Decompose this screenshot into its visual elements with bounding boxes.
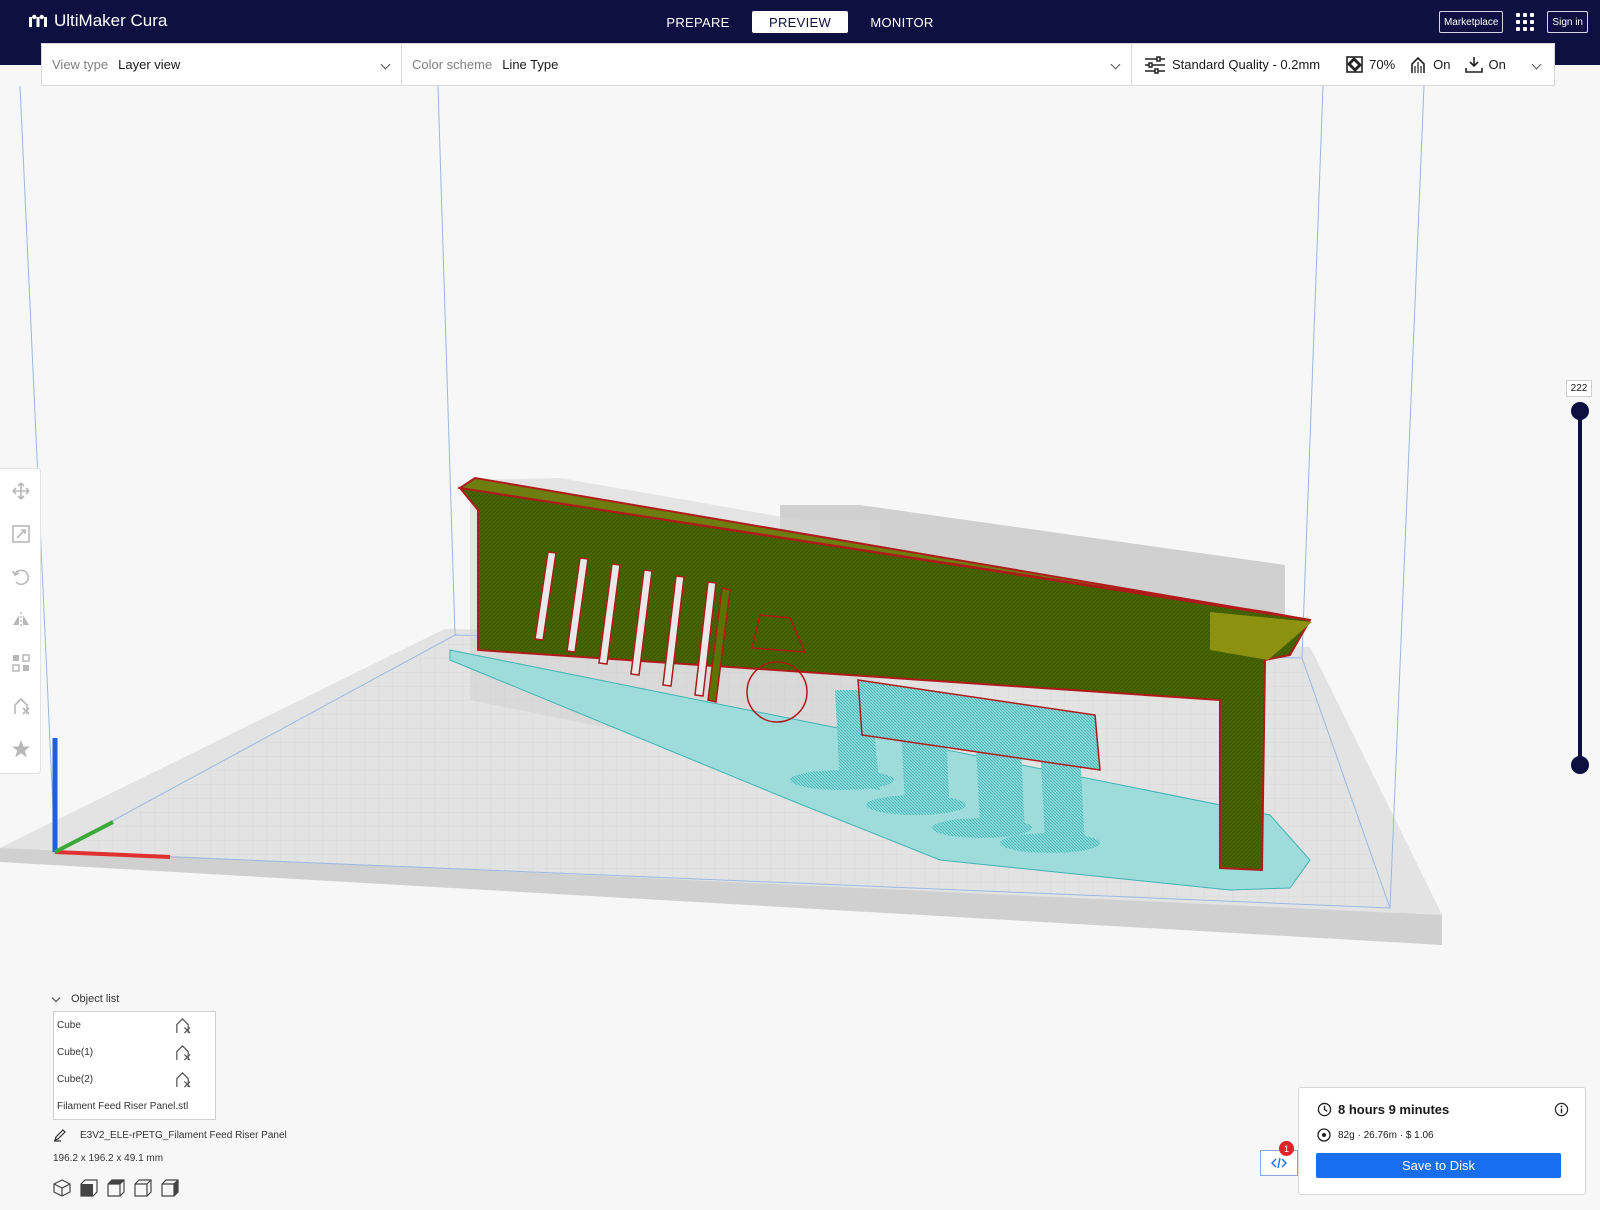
view-right-button[interactable] <box>161 1177 188 1199</box>
layer-slider-track[interactable] <box>1578 410 1582 765</box>
build-volume-scene <box>0 85 1442 945</box>
cura-window: UltiMaker Cura PREPARE PREVIEW MONITOR M… <box>0 0 1600 1210</box>
cube-left-icon <box>134 1179 152 1197</box>
object-name: Cube(2) <box>57 1074 94 1085</box>
support-blocker-icon <box>176 1018 191 1034</box>
save-to-disk-button[interactable]: Save to Disk <box>1316 1153 1561 1178</box>
app-title: UltiMaker Cura <box>54 11 168 30</box>
header-actions: Marketplace Sign in <box>1438 11 1588 33</box>
chevron-down-icon <box>51 993 61 1002</box>
view-front-button[interactable] <box>80 1177 107 1199</box>
custom-supports-tool[interactable] <box>0 727 41 770</box>
layer-slider-upper-handle[interactable] <box>1571 402 1589 420</box>
app-logo: UltiMaker Cura <box>28 11 167 31</box>
scale-icon <box>11 524 30 543</box>
spool-icon <box>1317 1128 1331 1142</box>
3d-viewport[interactable]: 222 <box>0 65 1600 1210</box>
info-icon[interactable] <box>1554 1102 1569 1117</box>
material-row: 82g · 26.76m · $ 1.06 <box>1317 1128 1434 1142</box>
grid-icon[interactable] <box>1515 12 1535 32</box>
model-dimensions: 196.2 x 196.2 x 49.1 mm <box>53 1153 164 1164</box>
cube-top-icon <box>107 1179 125 1197</box>
tool-panel <box>0 468 41 774</box>
cube-right-icon <box>161 1179 179 1197</box>
object-name: Cube(1) <box>57 1047 94 1058</box>
sign-in-button[interactable]: Sign in <box>1547 11 1588 33</box>
object-list-item[interactable]: Cube(1) <box>54 1039 215 1066</box>
rotate-tool[interactable] <box>0 555 41 598</box>
object-list-item[interactable]: Filament Feed Riser Panel.stl <box>54 1093 215 1120</box>
view-3d-button[interactable] <box>53 1177 80 1199</box>
project-name: E3V2_ELE-rPETG_Filament Feed Riser Panel <box>80 1129 287 1141</box>
layer-slider-lower-handle[interactable] <box>1571 756 1589 774</box>
tab-monitor[interactable]: MONITOR <box>854 11 950 33</box>
object-list-toggle[interactable]: Object list <box>51 993 120 1005</box>
move-icon <box>11 481 30 500</box>
output-panel: 8 hours 9 minutes 82g · 26.76m · $ 1.06 … <box>1298 1087 1586 1195</box>
scale-tool[interactable] <box>0 512 41 555</box>
view-left-button[interactable] <box>134 1177 161 1199</box>
object-list-title: Object list <box>71 993 120 1005</box>
support-blocker-icon <box>176 1045 191 1061</box>
material-summary: 82g · 26.76m · $ 1.06 <box>1338 1129 1434 1141</box>
mirror-tool[interactable] <box>0 598 41 641</box>
move-tool[interactable] <box>0 469 41 512</box>
star-icon <box>11 739 30 757</box>
object-list-item[interactable]: Cube(2) <box>54 1066 215 1093</box>
print-time: 8 hours 9 minutes <box>1338 1102 1450 1117</box>
per-model-icon <box>11 653 30 672</box>
cube-front-icon <box>80 1179 98 1197</box>
gcode-preview-button[interactable] <box>1260 1150 1298 1176</box>
layer-number-badge[interactable]: 222 <box>1566 380 1592 397</box>
tab-preview[interactable]: PREVIEW <box>752 11 848 33</box>
notification-badge: 1 <box>1279 1141 1294 1156</box>
stage-tabs: PREPARE PREVIEW MONITOR <box>650 11 956 33</box>
pencil-icon <box>54 1129 66 1142</box>
camera-view-buttons <box>53 1177 188 1199</box>
per-model-settings-tool[interactable] <box>0 641 41 684</box>
support-blocker-icon <box>13 697 30 715</box>
object-name: Cube <box>57 1020 81 1031</box>
view-top-button[interactable] <box>107 1177 134 1199</box>
mirror-icon <box>12 611 29 628</box>
rotate-icon <box>11 569 29 585</box>
support-blocker-icon <box>176 1072 191 1088</box>
object-list: Cube Cube(1) Cube(2) Filament Feed Riser… <box>53 1011 216 1120</box>
ultimaker-logo-icon <box>29 14 47 27</box>
clock-icon <box>1317 1102 1332 1117</box>
cube-3d-icon <box>53 1179 71 1197</box>
marketplace-button[interactable]: Marketplace <box>1438 11 1504 33</box>
project-name-row[interactable]: E3V2_ELE-rPETG_Filament Feed Riser Panel <box>53 1128 287 1142</box>
code-icon <box>1271 1157 1287 1169</box>
object-list-item[interactable]: Cube <box>54 1012 215 1039</box>
support-blocker-tool[interactable] <box>0 684 41 727</box>
print-time-row: 8 hours 9 minutes <box>1317 1102 1449 1117</box>
object-name: Filament Feed Riser Panel.stl <box>57 1101 189 1112</box>
tab-prepare[interactable]: PREPARE <box>650 11 746 33</box>
